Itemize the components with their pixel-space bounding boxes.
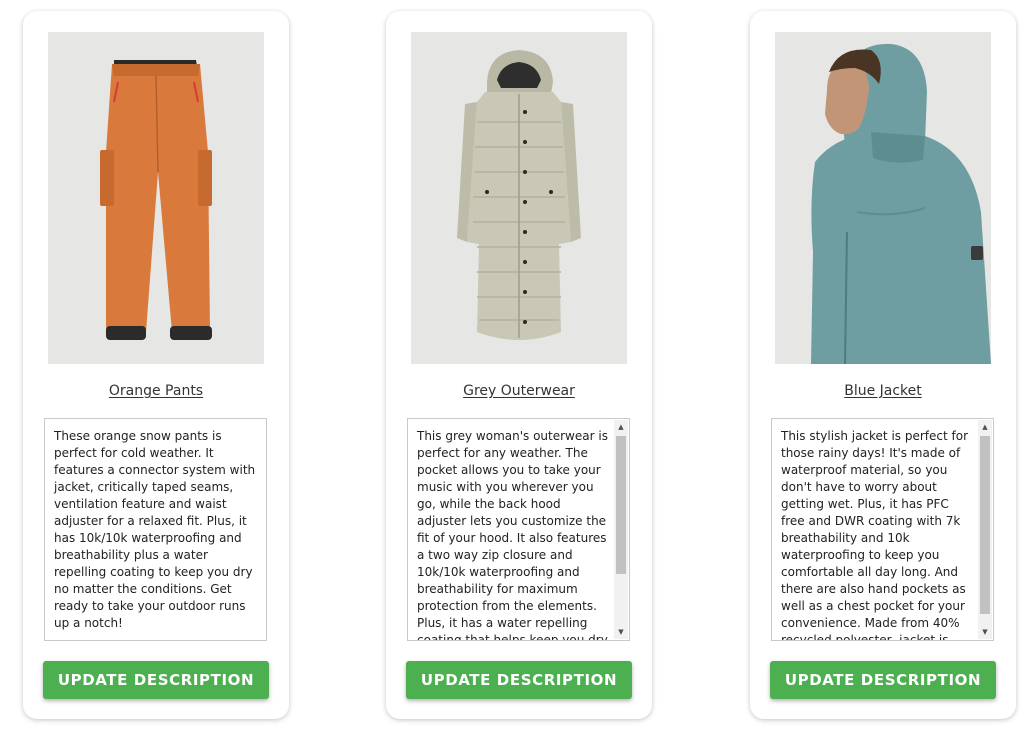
product-card: Orange Pants These orange snow pants is … xyxy=(23,11,289,719)
grey-outerwear-photo xyxy=(411,32,627,364)
product-title-link[interactable]: Orange Pants xyxy=(23,383,289,399)
description-textarea[interactable]: This stylish jacket is perfect for those… xyxy=(771,418,994,641)
update-description-button[interactable]: UPDATE DESCRIPTION xyxy=(770,661,996,699)
scroll-down-arrow-icon[interactable]: ▼ xyxy=(978,625,992,639)
description-text: This grey woman's outerwear is perfect f… xyxy=(417,429,608,641)
description-text: This stylish jacket is perfect for those… xyxy=(781,429,969,641)
vertical-scrollbar[interactable]: ▲ ▼ xyxy=(614,420,628,639)
description-text: These orange snow pants is perfect for c… xyxy=(54,429,256,630)
update-description-button[interactable]: UPDATE DESCRIPTION xyxy=(43,661,269,699)
scroll-thumb[interactable] xyxy=(616,436,626,574)
scroll-up-arrow-icon[interactable]: ▲ xyxy=(614,420,628,434)
product-image xyxy=(775,32,991,364)
description-textarea[interactable]: This grey woman's outerwear is perfect f… xyxy=(407,418,630,641)
product-image xyxy=(411,32,627,364)
product-title-link[interactable]: Grey Outerwear xyxy=(386,383,652,399)
product-image xyxy=(48,32,264,364)
blue-jacket-photo xyxy=(775,32,991,364)
orange-pants-photo xyxy=(48,32,264,364)
description-textarea[interactable]: These orange snow pants is perfect for c… xyxy=(44,418,267,641)
product-card: Blue Jacket This stylish jacket is perfe… xyxy=(750,11,1016,719)
scroll-up-arrow-icon[interactable]: ▲ xyxy=(978,420,992,434)
update-description-button[interactable]: UPDATE DESCRIPTION xyxy=(406,661,632,699)
scroll-thumb[interactable] xyxy=(980,436,990,614)
product-title-link[interactable]: Blue Jacket xyxy=(750,383,1016,399)
vertical-scrollbar[interactable]: ▲ ▼ xyxy=(978,420,992,639)
product-grid: Orange Pants These orange snow pants is … xyxy=(0,0,1036,738)
scroll-down-arrow-icon[interactable]: ▼ xyxy=(614,625,628,639)
product-card: Grey Outerwear This grey woman's outerwe… xyxy=(386,11,652,719)
